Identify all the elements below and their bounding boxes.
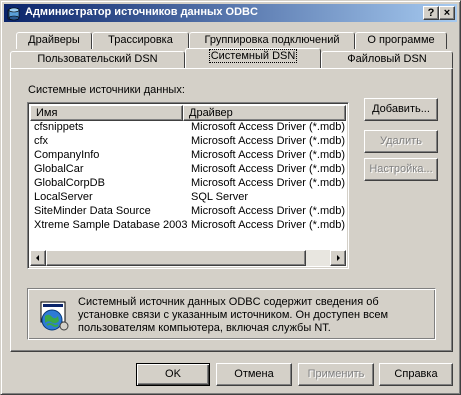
dsn-name: GlobalCorpDB [34, 177, 105, 189]
window-title: Администратор источников данных ODBC [25, 6, 258, 18]
list-item[interactable]: SiteMinder Data Source Microsoft Access D… [30, 205, 346, 218]
tab-label: Трассировка [108, 34, 173, 46]
dsn-name: GlobalCar [34, 163, 84, 175]
list-item[interactable]: GlobalCar Microsoft Access Driver (*.mdb) [30, 163, 346, 176]
dsn-driver: Microsoft Access Driver (*.mdb) [191, 177, 346, 189]
tab-connection-pooling[interactable]: Группировка подключений [189, 32, 355, 49]
tab-tracing[interactable]: Трассировка [92, 32, 189, 49]
cancel-button[interactable]: Отмена [216, 363, 292, 386]
system-dsn-panel: Системные источники данных: Имя Драйвер … [10, 68, 453, 352]
dsn-name: CompanyInfo [34, 149, 100, 161]
tab-label: Системный DSN [208, 49, 298, 63]
dsn-driver: Microsoft Access Driver (*.mdb) [191, 121, 346, 133]
dsn-driver: Microsoft Access Driver (*.mdb) [191, 219, 346, 231]
list-item[interactable]: CompanyInfo Microsoft Access Driver (*.md… [30, 149, 346, 162]
close-button[interactable]: × [439, 6, 455, 20]
column-header-name[interactable]: Имя [30, 105, 183, 121]
list-item[interactable]: LocalServer SQL Server [30, 191, 346, 204]
dsn-name: cfsnippets [34, 121, 84, 133]
tab-label: Файловый DSN [347, 53, 427, 65]
dsn-name: cfx [34, 135, 49, 147]
network-globe-icon [40, 301, 69, 331]
scroll-left-button[interactable] [30, 250, 46, 266]
help-title-button[interactable]: ? [423, 6, 439, 20]
info-box: Системный источник данных ODBC содержит … [27, 288, 436, 340]
dsn-driver: SQL Server [191, 191, 249, 203]
configure-button[interactable]: Настройка... [364, 158, 438, 181]
scrollbar-thumb[interactable] [46, 250, 306, 266]
arrow-right-icon [337, 255, 340, 261]
dsn-driver: Microsoft Access Driver (*.mdb) [191, 163, 346, 175]
dsn-driver: Microsoft Access Driver (*.mdb) [191, 135, 346, 147]
tab-label: Группировка подключений [204, 34, 340, 46]
tab-user-dsn[interactable]: Пользовательский DSN [10, 51, 185, 68]
dsn-name: SiteMinder Data Source [34, 205, 151, 217]
tab-file-dsn[interactable]: Файловый DSN [321, 51, 453, 68]
list-item[interactable]: cfsnippets Microsoft Access Driver (*.mdb… [30, 121, 346, 134]
list-item[interactable]: cfx Microsoft Access Driver (*.mdb) [30, 135, 346, 148]
apply-button[interactable]: Применить [298, 363, 374, 386]
info-description: Системный источник данных ODBC содержит … [78, 296, 389, 334]
tab-about[interactable]: О программе [355, 32, 447, 49]
add-button[interactable]: Добавить... [364, 98, 438, 121]
dsn-driver: Microsoft Access Driver (*.mdb) [191, 205, 346, 217]
tab-drivers[interactable]: Драйверы [16, 32, 92, 49]
data-sources-label: Системные источники данных: [28, 84, 185, 96]
tab-system-dsn[interactable]: Системный DSN [185, 48, 321, 68]
odbc-dialog: Администратор источников данных ODBC ? ×… [0, 0, 461, 395]
tab-label: Пользовательский DSN [37, 53, 158, 65]
list-item[interactable]: Xtreme Sample Database 2003 Microsoft Acc… [30, 219, 346, 232]
tab-label: Драйверы [28, 34, 80, 46]
dsn-driver: Microsoft Access Driver (*.mdb) [191, 149, 346, 161]
delete-button[interactable]: Удалить [364, 130, 438, 153]
dsn-name: LocalServer [34, 191, 93, 203]
dsn-name: Xtreme Sample Database 2003 [34, 219, 188, 231]
horizontal-scrollbar[interactable] [30, 250, 346, 266]
help-button[interactable]: Справка [379, 363, 453, 386]
scroll-right-button[interactable] [330, 250, 346, 266]
data-sources-list[interactable]: Имя Драйвер cfsnippets Microsoft Access D… [27, 102, 349, 269]
ok-button[interactable]: OK [136, 363, 210, 386]
title-bar[interactable]: Администратор источников данных ODBC ? × [4, 4, 457, 22]
arrow-left-icon [36, 255, 39, 261]
list-item[interactable]: GlobalCorpDB Microsoft Access Driver (*.m… [30, 177, 346, 190]
odbc-app-icon [7, 7, 20, 21]
tab-label: О программе [367, 34, 435, 46]
column-header-driver[interactable]: Драйвер [183, 105, 346, 121]
